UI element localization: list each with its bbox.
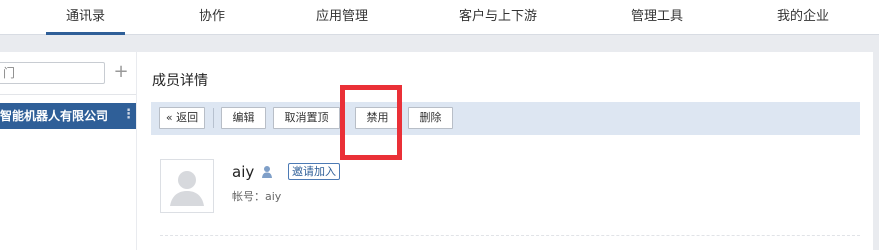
sidebar: 门 + 智能机器人有限公司 ⋮ xyxy=(0,52,136,250)
tab-management-tools[interactable]: 管理工具 xyxy=(624,0,690,34)
toolbar-divider xyxy=(213,108,214,128)
user-icon xyxy=(262,166,272,178)
delete-button[interactable]: 删除 xyxy=(408,107,453,129)
account-info: 帐号：aiy xyxy=(232,190,282,203)
unpin-button[interactable]: 取消置顶 xyxy=(273,107,340,129)
page-title: 成员详情 xyxy=(152,73,208,89)
tab-app-management[interactable]: 应用管理 xyxy=(305,0,379,34)
tab-customers-upstream-downstream[interactable]: 客户与上下游 xyxy=(455,0,541,34)
edit-button[interactable]: 编辑 xyxy=(221,107,266,129)
top-nav: 通讯录 协作 应用管理 客户与上下游 管理工具 我的企业 xyxy=(0,0,879,35)
department-search-input[interactable]: 门 xyxy=(0,62,105,84)
member-name: aiy xyxy=(232,163,255,181)
invite-button[interactable]: 邀请加入 xyxy=(288,163,340,180)
more-options-icon[interactable]: ⋮ xyxy=(122,103,135,129)
tab-contacts[interactable]: 通讯录 xyxy=(46,0,125,35)
disable-button[interactable]: 禁用 xyxy=(355,107,400,129)
sidebar-item-organization[interactable]: 智能机器人有限公司 ⋮ xyxy=(0,103,136,129)
tab-collaboration[interactable]: 协作 xyxy=(190,0,234,34)
tab-my-enterprise[interactable]: 我的企业 xyxy=(770,0,836,34)
default-avatar-icon xyxy=(170,171,204,206)
member-detail-panel: 成员详情 « 返回 编辑 取消置顶 禁用 删除 aiy 邀请加入 帐号：aiy xyxy=(136,52,873,250)
sidebar-divider xyxy=(0,94,136,95)
organization-name: 智能机器人有限公司 xyxy=(0,109,109,123)
back-button[interactable]: « 返回 xyxy=(159,107,205,129)
member-toolbar: « 返回 编辑 取消置顶 禁用 删除 xyxy=(151,102,860,135)
avatar xyxy=(160,159,214,213)
add-department-button[interactable]: + xyxy=(113,61,129,83)
section-divider xyxy=(160,235,860,236)
